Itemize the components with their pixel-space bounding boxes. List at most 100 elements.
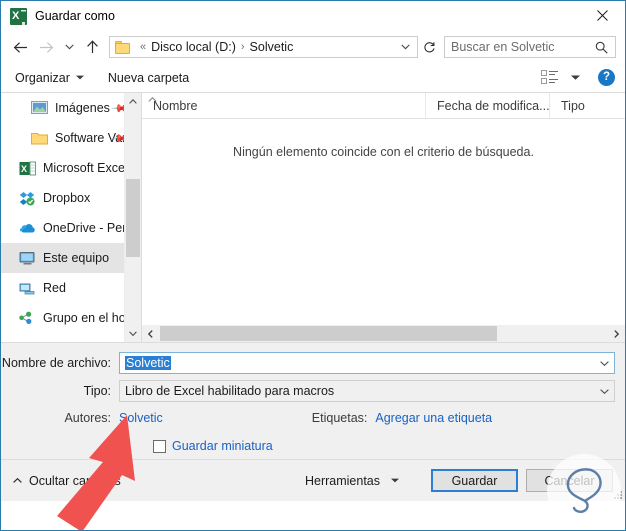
this-pc-glyph bbox=[19, 251, 35, 264]
scroll-right-icon[interactable] bbox=[608, 325, 625, 342]
recent-locations-chevron-icon[interactable] bbox=[59, 34, 79, 60]
window-title: Guardar como bbox=[35, 9, 115, 23]
tools-button[interactable]: Herramientas bbox=[305, 474, 399, 488]
chevron-down-icon bbox=[75, 75, 84, 80]
network-glyph bbox=[19, 283, 35, 294]
column-header-tipo[interactable]: Tipo bbox=[549, 93, 625, 118]
sidebar-item-imagenes[interactable]: Imágenes 📌 bbox=[1, 93, 141, 123]
scroll-down-icon[interactable] bbox=[125, 325, 141, 342]
address-dropdown-icon[interactable] bbox=[394, 44, 417, 50]
address-bar[interactable]: « Disco local (D:) › Solvetic bbox=[109, 36, 418, 58]
forward-arrow-icon[interactable] bbox=[33, 34, 59, 60]
sidebar-item-este-equipo[interactable]: Este equipo bbox=[1, 243, 141, 273]
title-bar: Guardar como bbox=[1, 1, 625, 31]
tags-label: Etiquetas: bbox=[311, 411, 368, 425]
close-glyph bbox=[596, 10, 608, 21]
folder-glyph bbox=[31, 132, 48, 144]
sidebar-item-grupo-hogar[interactable]: Grupo en el hogar bbox=[1, 303, 141, 333]
thumbnail-checkbox[interactable] bbox=[153, 439, 166, 453]
save-button[interactable]: Guardar bbox=[431, 469, 518, 492]
column-header-row: Nombre Fecha de modifica... Tipo bbox=[142, 93, 625, 119]
sidebar-item-software-varios[interactable]: Software Vari 📌 bbox=[1, 123, 141, 153]
caret-glyph bbox=[75, 75, 84, 80]
this-pc-icon bbox=[19, 251, 36, 266]
pictures-glyph bbox=[31, 100, 48, 114]
command-toolbar: Organizar Nueva carpeta ? bbox=[1, 63, 625, 93]
filename-input[interactable]: Solvetic bbox=[125, 356, 171, 370]
filename-field[interactable]: Solvetic bbox=[119, 352, 615, 374]
breadcrumb-item-folder[interactable]: Solvetic bbox=[250, 40, 294, 54]
browser-area: Imágenes 📌 Software Vari 📌 X Microsoft E… bbox=[1, 93, 625, 342]
search-input[interactable]: Buscar en Solvetic bbox=[445, 40, 595, 54]
sidebar-label: Imágenes bbox=[55, 101, 110, 115]
chevron-down-glyph bbox=[64, 44, 74, 50]
tags-value[interactable]: Agregar una etiqueta bbox=[375, 411, 492, 425]
file-list-pane: Nombre Fecha de modifica... Tipo Ningún … bbox=[141, 93, 625, 342]
thumbnail-row[interactable]: Guardar miniatura bbox=[1, 439, 625, 453]
file-list-horizontal-scrollbar[interactable] bbox=[142, 325, 625, 342]
column-header-nombre[interactable]: Nombre bbox=[142, 93, 425, 118]
search-box[interactable]: Buscar en Solvetic bbox=[444, 36, 616, 58]
sidebar-label: Dropbox bbox=[43, 191, 91, 205]
breadcrumb-item-drive[interactable]: Disco local (D:) bbox=[151, 40, 236, 54]
svg-text:X: X bbox=[21, 164, 27, 174]
authors-value[interactable]: Solvetic bbox=[119, 411, 163, 425]
navigation-sidebar: Imágenes 📌 Software Vari 📌 X Microsoft E… bbox=[1, 93, 141, 342]
sidebar-item-dropbox[interactable]: Dropbox bbox=[1, 183, 141, 213]
filetype-field[interactable]: Libro de Excel habilitado para macros bbox=[119, 380, 615, 402]
sort-glyph bbox=[148, 97, 157, 102]
view-layout-icon[interactable] bbox=[541, 70, 558, 85]
scroll-up-icon[interactable] bbox=[125, 93, 141, 110]
sidebar-scroll-thumb[interactable] bbox=[126, 179, 140, 257]
toolbar-right-group: ? bbox=[541, 69, 615, 86]
filetype-value[interactable]: Libro de Excel habilitado para macros bbox=[120, 384, 595, 398]
homegroup-glyph bbox=[19, 311, 32, 324]
chevron-up-icon bbox=[13, 475, 22, 486]
caret-up-glyph bbox=[13, 477, 22, 483]
view-dropdown-icon[interactable] bbox=[571, 75, 580, 80]
back-glyph bbox=[13, 41, 27, 53]
caret-glyph bbox=[391, 478, 399, 483]
sidebar-item-microsoft-excel[interactable]: X Microsoft Excel bbox=[1, 153, 141, 183]
pictures-icon bbox=[31, 100, 48, 116]
new-folder-button[interactable]: Nueva carpeta bbox=[108, 71, 189, 85]
thumbnail-label[interactable]: Guardar miniatura bbox=[172, 439, 273, 453]
network-icon bbox=[19, 281, 36, 296]
filename-row: Nombre de archivo: Solvetic bbox=[1, 352, 625, 374]
dropbox-glyph bbox=[19, 191, 35, 205]
onedrive-glyph bbox=[19, 223, 35, 232]
hide-folders-button[interactable]: Ocultar carpetas bbox=[13, 474, 121, 488]
sidebar-label: Este equipo bbox=[43, 251, 110, 265]
search-icon bbox=[595, 41, 615, 54]
sidebar-item-onedrive[interactable]: OneDrive - Person bbox=[1, 213, 141, 243]
help-button[interactable]: ? bbox=[598, 69, 615, 86]
column-header-fecha[interactable]: Fecha de modifica... bbox=[425, 93, 549, 118]
caret-down-glyph bbox=[129, 331, 137, 336]
filename-dropdown-icon[interactable] bbox=[595, 360, 614, 366]
refresh-glyph bbox=[423, 41, 435, 52]
save-as-dialog: Guardar como bbox=[0, 0, 626, 531]
cancel-button[interactable]: Cancelar bbox=[526, 469, 613, 492]
close-icon[interactable] bbox=[579, 1, 625, 30]
chevron-down-glyph bbox=[600, 388, 609, 394]
up-arrow-icon[interactable] bbox=[79, 34, 105, 60]
horizontal-scroll-thumb[interactable] bbox=[160, 326, 497, 341]
resize-grip[interactable] bbox=[612, 489, 622, 499]
forward-glyph bbox=[39, 41, 53, 53]
scroll-left-icon[interactable] bbox=[142, 325, 159, 342]
filename-value-wrap[interactable]: Solvetic bbox=[120, 356, 595, 370]
filetype-dropdown-icon[interactable] bbox=[595, 388, 614, 394]
refresh-icon[interactable] bbox=[418, 36, 440, 58]
breadcrumb-separator: › bbox=[240, 41, 245, 53]
sidebar-item-red[interactable]: Red bbox=[1, 273, 141, 303]
sidebar-scrollbar[interactable] bbox=[124, 93, 141, 342]
address-prefix: « bbox=[140, 41, 147, 53]
chevron-down-glyph bbox=[600, 360, 609, 366]
metadata-row: Autores: Solvetic Etiquetas: Agregar una… bbox=[1, 411, 625, 425]
back-arrow-icon[interactable] bbox=[7, 34, 33, 60]
address-row: « Disco local (D:) › Solvetic Buscar en … bbox=[1, 31, 625, 63]
organize-button[interactable]: Organizar bbox=[15, 71, 84, 85]
chevron-down-icon bbox=[391, 478, 399, 483]
folder-icon bbox=[115, 40, 130, 54]
sidebar-label: Red bbox=[43, 281, 66, 295]
